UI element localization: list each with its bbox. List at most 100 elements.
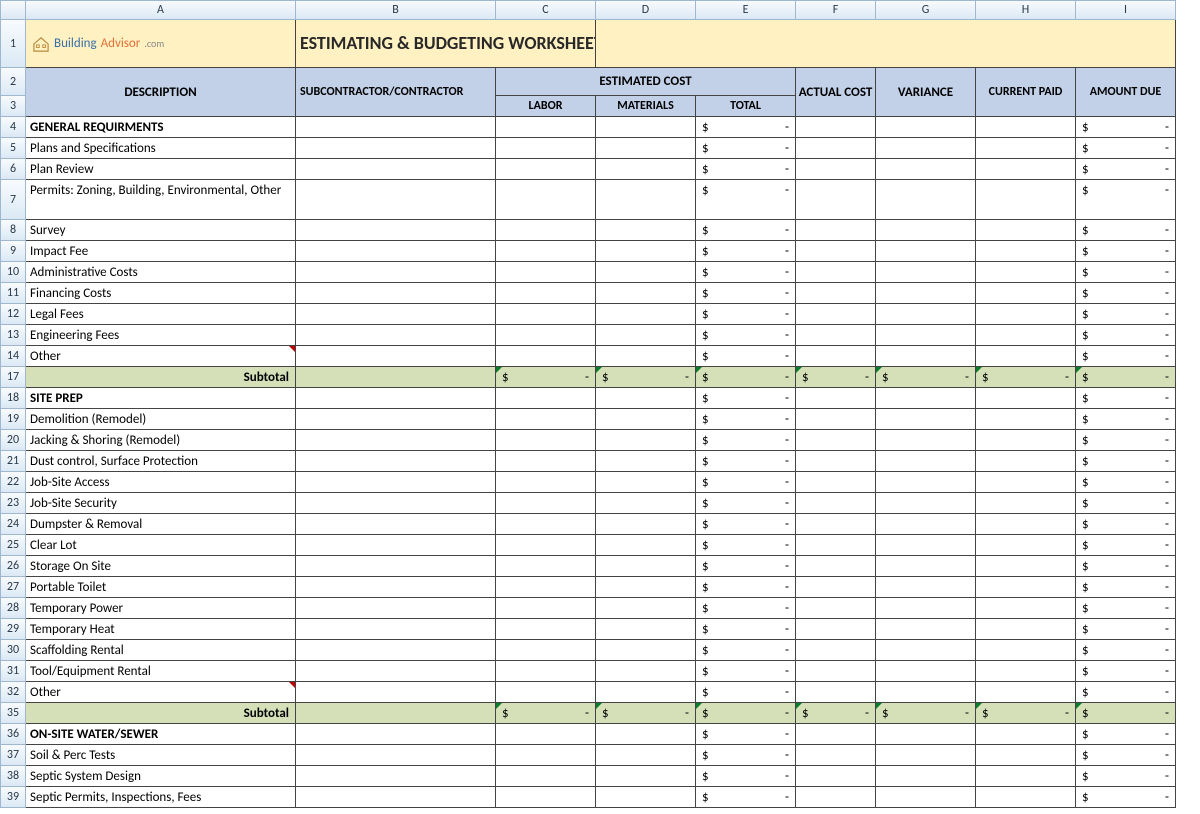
column-header-F[interactable]: F bbox=[796, 0, 876, 20]
actual-cost-cell[interactable] bbox=[796, 598, 876, 619]
variance-cell[interactable] bbox=[876, 451, 976, 472]
labor-cell[interactable] bbox=[496, 787, 596, 808]
materials-cell[interactable] bbox=[596, 535, 696, 556]
materials-cell[interactable] bbox=[596, 304, 696, 325]
labor-cell[interactable] bbox=[496, 220, 596, 241]
description-cell[interactable]: Temporary Heat bbox=[26, 619, 296, 640]
money-cell[interactable]: $- bbox=[1076, 409, 1176, 430]
subcontractor-cell[interactable] bbox=[296, 661, 496, 682]
current-paid-cell[interactable] bbox=[976, 661, 1076, 682]
row-header[interactable]: 12 bbox=[0, 304, 26, 325]
variance-cell[interactable] bbox=[876, 138, 976, 159]
materials-cell[interactable] bbox=[596, 766, 696, 787]
materials-cell[interactable] bbox=[596, 493, 696, 514]
labor-cell[interactable] bbox=[496, 241, 596, 262]
money-cell[interactable]: $- bbox=[696, 325, 796, 346]
current-paid-cell[interactable] bbox=[976, 619, 1076, 640]
subcontractor-cell[interactable] bbox=[296, 514, 496, 535]
money-cell[interactable]: $- bbox=[1076, 117, 1176, 138]
money-cell[interactable]: $- bbox=[596, 367, 696, 388]
row-header[interactable]: 39 bbox=[0, 787, 26, 808]
description-cell[interactable]: Other bbox=[26, 346, 296, 367]
labor-cell[interactable] bbox=[496, 514, 596, 535]
subcontractor-cell[interactable] bbox=[296, 472, 496, 493]
column-header-A[interactable]: A bbox=[26, 0, 296, 20]
money-cell[interactable]: $- bbox=[696, 117, 796, 138]
money-cell[interactable]: $- bbox=[496, 703, 596, 724]
row-header[interactable]: 21 bbox=[0, 451, 26, 472]
description-cell[interactable]: Septic System Design bbox=[26, 766, 296, 787]
materials-cell[interactable] bbox=[596, 430, 696, 451]
labor-cell[interactable] bbox=[496, 409, 596, 430]
current-paid-cell[interactable] bbox=[976, 283, 1076, 304]
row-header[interactable]: 35 bbox=[0, 703, 26, 724]
variance-cell[interactable] bbox=[876, 220, 976, 241]
subcontractor-cell[interactable] bbox=[296, 430, 496, 451]
current-paid-cell[interactable] bbox=[976, 325, 1076, 346]
variance-cell[interactable] bbox=[876, 493, 976, 514]
labor-cell[interactable] bbox=[496, 325, 596, 346]
description-cell[interactable]: Plans and Specifications bbox=[26, 138, 296, 159]
description-cell[interactable]: Plan Review bbox=[26, 159, 296, 180]
actual-cost-cell[interactable] bbox=[796, 472, 876, 493]
row-header[interactable]: 14 bbox=[0, 346, 26, 367]
subcontractor-cell[interactable] bbox=[296, 451, 496, 472]
money-cell[interactable]: $- bbox=[1076, 472, 1176, 493]
row-header[interactable]: 38 bbox=[0, 766, 26, 787]
labor-cell[interactable] bbox=[496, 619, 596, 640]
labor-cell[interactable] bbox=[496, 640, 596, 661]
actual-cost-cell[interactable] bbox=[796, 159, 876, 180]
current-paid-cell[interactable] bbox=[976, 180, 1076, 220]
money-cell[interactable]: $- bbox=[696, 745, 796, 766]
labor-cell[interactable] bbox=[496, 262, 596, 283]
money-cell[interactable]: $- bbox=[696, 472, 796, 493]
current-paid-cell[interactable] bbox=[976, 766, 1076, 787]
labor-cell[interactable] bbox=[496, 724, 596, 745]
money-cell[interactable]: $- bbox=[696, 241, 796, 262]
current-paid-cell[interactable] bbox=[976, 682, 1076, 703]
materials-cell[interactable] bbox=[596, 180, 696, 220]
money-cell[interactable]: $- bbox=[596, 703, 696, 724]
actual-cost-cell[interactable] bbox=[796, 283, 876, 304]
subcontractor-cell[interactable] bbox=[296, 724, 496, 745]
subcontractor-cell[interactable] bbox=[296, 304, 496, 325]
variance-cell[interactable] bbox=[876, 514, 976, 535]
description-cell[interactable]: Demolition (Remodel) bbox=[26, 409, 296, 430]
variance-cell[interactable] bbox=[876, 159, 976, 180]
materials-cell[interactable] bbox=[596, 346, 696, 367]
subcontractor-cell[interactable] bbox=[296, 409, 496, 430]
current-paid-cell[interactable] bbox=[976, 556, 1076, 577]
money-cell[interactable]: $- bbox=[1076, 451, 1176, 472]
current-paid-cell[interactable] bbox=[976, 787, 1076, 808]
labor-cell[interactable] bbox=[496, 556, 596, 577]
subcontractor-cell[interactable] bbox=[296, 493, 496, 514]
variance-cell[interactable] bbox=[876, 304, 976, 325]
money-cell[interactable]: $- bbox=[696, 703, 796, 724]
money-cell[interactable]: $- bbox=[1076, 220, 1176, 241]
actual-cost-cell[interactable] bbox=[796, 535, 876, 556]
money-cell[interactable]: $- bbox=[1076, 367, 1176, 388]
materials-cell[interactable] bbox=[596, 262, 696, 283]
current-paid-cell[interactable] bbox=[976, 138, 1076, 159]
description-cell[interactable]: Portable Toilet bbox=[26, 577, 296, 598]
subcontractor-cell[interactable] bbox=[296, 577, 496, 598]
money-cell[interactable]: $- bbox=[696, 514, 796, 535]
description-cell[interactable]: Dumpster & Removal bbox=[26, 514, 296, 535]
actual-cost-cell[interactable] bbox=[796, 766, 876, 787]
actual-cost-cell[interactable] bbox=[796, 430, 876, 451]
labor-cell[interactable] bbox=[496, 430, 596, 451]
current-paid-cell[interactable] bbox=[976, 745, 1076, 766]
current-paid-cell[interactable] bbox=[976, 346, 1076, 367]
materials-cell[interactable] bbox=[596, 409, 696, 430]
current-paid-cell[interactable] bbox=[976, 409, 1076, 430]
actual-cost-cell[interactable] bbox=[796, 220, 876, 241]
description-cell[interactable]: Septic Permits, Inspections, Fees bbox=[26, 787, 296, 808]
actual-cost-cell[interactable] bbox=[796, 787, 876, 808]
variance-cell[interactable] bbox=[876, 745, 976, 766]
money-cell[interactable]: $- bbox=[1076, 661, 1176, 682]
subcontractor-cell[interactable] bbox=[296, 283, 496, 304]
description-cell[interactable]: SITE PREP bbox=[26, 388, 296, 409]
actual-cost-cell[interactable] bbox=[796, 661, 876, 682]
current-paid-cell[interactable] bbox=[976, 388, 1076, 409]
labor-cell[interactable] bbox=[496, 388, 596, 409]
